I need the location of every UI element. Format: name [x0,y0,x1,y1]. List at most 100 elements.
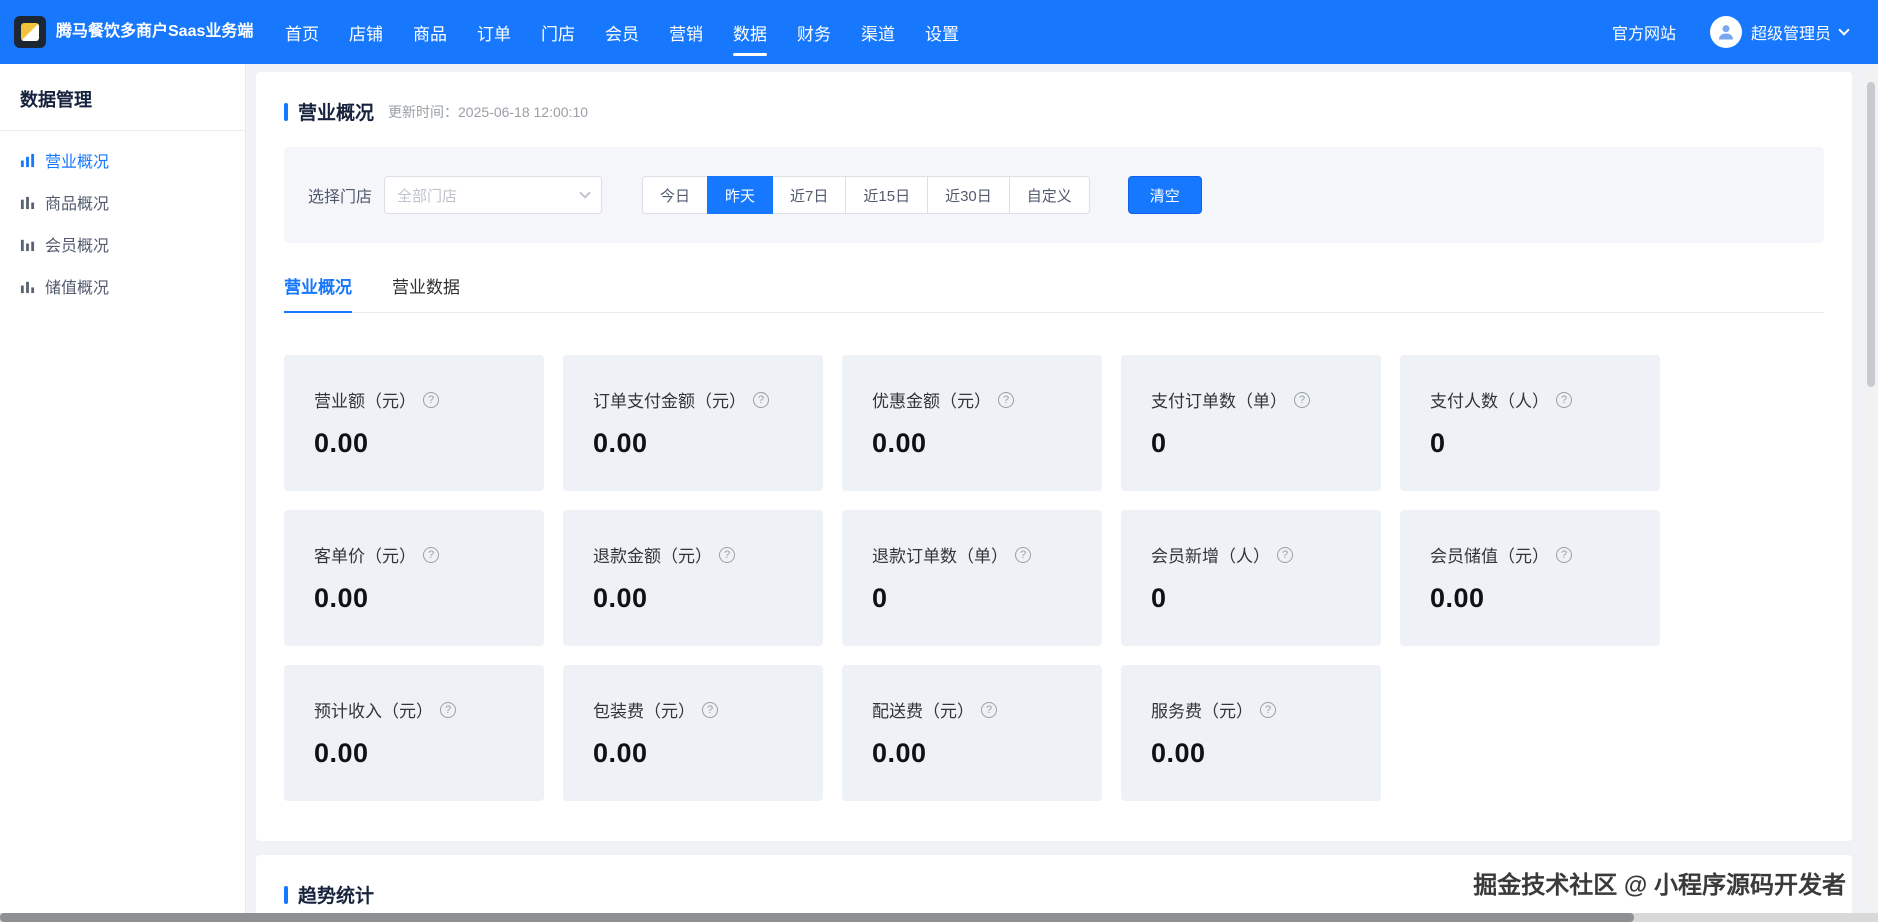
tab-business-overview[interactable]: 营业概况 [284,273,352,313]
range-15days-button[interactable]: 近15日 [845,176,929,214]
bar-chart-icon [20,279,35,294]
sidebar-item-goods-overview[interactable]: 商品概况 [0,181,245,223]
help-icon[interactable]: ? [719,546,735,563]
stat-title: 退款订单数（单） [872,547,1008,566]
sidebar-item-business-overview[interactable]: 营业概况 [0,139,245,181]
section-title: 营业概况 [298,103,375,124]
stat-title: 客单价（元） [314,547,416,566]
nav-item-member[interactable]: 会员 [590,0,654,64]
help-icon[interactable]: ? [702,701,718,718]
help-icon[interactable]: ? [440,701,456,718]
official-site-link[interactable]: 官方网站 [1612,20,1676,44]
stat-card-packaging-fee: 包装费（元）? 0.00 [563,665,823,801]
stat-card-service-fee: 服务费（元）? 0.00 [1121,665,1381,801]
nav-item-store[interactable]: 门店 [526,0,590,64]
sidebar-item-label: 商品概况 [45,196,110,213]
stat-title: 预计收入（元） [314,702,433,721]
nav-item-order[interactable]: 订单 [462,0,526,64]
nav-item-settings[interactable]: 设置 [910,0,974,64]
store-select[interactable]: 全部门店 [384,176,603,214]
stat-value: 0.00 [314,428,369,458]
topbar: 腾马餐饮多商户Saas业务端 首页 店铺 商品 订单 门店 会员 营销 数据 财… [0,0,1878,64]
range-yesterday-button[interactable]: 昨天 [707,176,774,214]
stat-title: 支付订单数（单） [1151,392,1287,411]
help-icon[interactable]: ? [1556,546,1572,563]
stat-value: 0 [1430,428,1446,458]
stat-card-refund-amount: 退款金额（元）? 0.00 [563,510,823,646]
chevron-down-icon [579,187,591,199]
bar-chart-icon [20,237,35,252]
nav-item-marketing[interactable]: 营销 [654,0,718,64]
watermark: 掘金技术社区 @ 小程序源码开发者 [1473,872,1846,899]
business-overview-panel: 营业概况 更新时间：2025-06-18 12:00:10 选择门店 全部门店 … [256,72,1852,841]
vertical-scrollbar-thumb[interactable] [1867,82,1875,387]
help-icon[interactable]: ? [1556,391,1572,408]
sidebar-item-member-overview[interactable]: 会员概况 [0,223,245,265]
layout: 数据管理 营业概况 商品概况 会员概况 储值概况 营业概况 更新时间：2025-… [0,64,1878,922]
stat-title: 退款金额（元） [593,547,712,566]
clear-button[interactable]: 清空 [1127,176,1202,214]
stat-title: 包装费（元） [593,702,695,721]
stat-value: 0 [1151,583,1167,613]
tab-business-data[interactable]: 营业数据 [392,273,460,312]
brand: 腾马餐饮多商户Saas业务端 [14,16,266,48]
help-icon[interactable]: ? [1260,701,1276,718]
vertical-scrollbar[interactable] [1866,68,1876,908]
section-marker [284,102,288,121]
stat-title: 配送费（元） [872,702,974,721]
range-custom-button[interactable]: 自定义 [1008,176,1090,214]
stat-value: 0.00 [1151,738,1206,768]
nav-item-finance[interactable]: 财务 [782,0,846,64]
stat-card-order-paid-amount: 订单支付金额（元）? 0.00 [563,355,823,491]
brand-title: 腾马餐饮多商户Saas业务端 [56,23,254,41]
nav-item-shop[interactable]: 店铺 [334,0,398,64]
sidebar-title: 数据管理 [0,64,245,131]
bar-chart-icon [20,153,35,168]
top-nav: 首页 店铺 商品 订单 门店 会员 营销 数据 财务 渠道 设置 [270,0,974,64]
horizontal-scrollbar-thumb[interactable] [0,913,1634,922]
nav-item-channel[interactable]: 渠道 [846,0,910,64]
range-today-button[interactable]: 今日 [642,176,709,214]
stat-value: 0.00 [314,583,369,613]
range-30days-button[interactable]: 近30日 [927,176,1010,214]
help-icon[interactable]: ? [1277,546,1293,563]
stat-value: 0.00 [314,738,369,768]
section-title: 趋势统计 [298,886,375,907]
stat-title: 服务费（元） [1151,702,1253,721]
nav-item-goods[interactable]: 商品 [398,0,462,64]
sidebar-item-stored-value-overview[interactable]: 储值概况 [0,265,245,307]
stat-title: 会员新增（人） [1151,547,1270,566]
store-filter-label: 选择门店 [308,189,373,206]
stat-title: 订单支付金额（元） [593,392,746,411]
help-icon[interactable]: ? [753,391,769,408]
nav-item-data[interactable]: 数据 [718,0,782,64]
stat-card-discount-amount: 优惠金额（元）? 0.00 [842,355,1102,491]
stat-card-refund-orders: 退款订单数（单）? 0 [842,510,1102,646]
help-icon[interactable]: ? [981,701,997,718]
stat-card-new-members: 会员新增（人）? 0 [1121,510,1381,646]
stat-card-paid-orders: 支付订单数（单）? 0 [1121,355,1381,491]
sidebar-menu: 营业概况 商品概况 会员概况 储值概况 [0,131,245,307]
help-icon[interactable]: ? [998,391,1014,408]
stat-title: 营业额（元） [314,392,416,411]
help-icon[interactable]: ? [1015,546,1031,563]
help-icon[interactable]: ? [423,391,439,408]
updated-time: 更新时间：2025-06-18 12:00:10 [388,103,589,120]
nav-item-home[interactable]: 首页 [270,0,334,64]
sidebar-item-label: 会员概况 [45,238,110,255]
user-name: 超级管理员 [1750,26,1831,43]
stat-title: 会员储值（元） [1430,547,1549,566]
sidebar-item-label: 营业概况 [45,154,110,171]
section-marker [284,885,288,904]
stat-value: 0 [872,583,888,613]
chevron-down-icon [1838,24,1850,36]
stat-value: 0.00 [593,428,648,458]
stat-value: 0.00 [1430,583,1485,613]
stat-card-member-stored-value: 会员储值（元）? 0.00 [1400,510,1660,646]
horizontal-scrollbar[interactable] [0,913,1878,922]
range-7days-button[interactable]: 近7日 [772,176,847,214]
help-icon[interactable]: ? [423,546,439,563]
section-header: 营业概况 更新时间：2025-06-18 12:00:10 [284,98,1824,125]
help-icon[interactable]: ? [1294,391,1310,408]
user-menu[interactable]: 超级管理员 [1709,16,1850,48]
